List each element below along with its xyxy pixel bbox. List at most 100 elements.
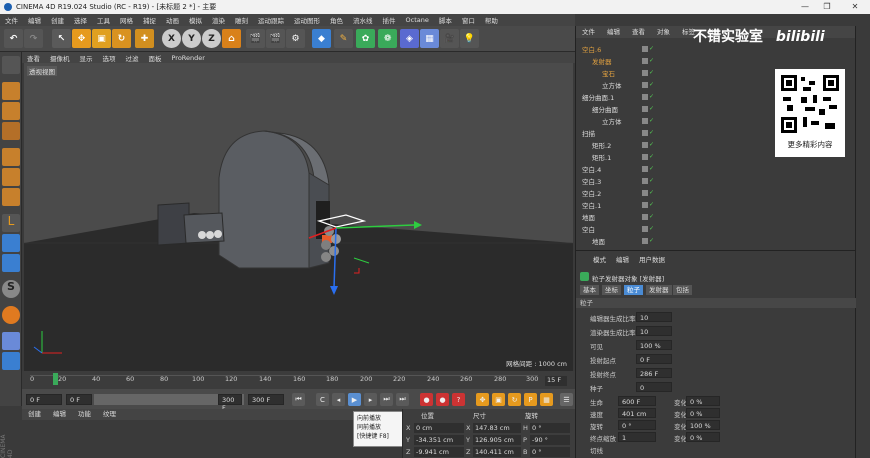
snap-icon[interactable] — [2, 254, 20, 272]
menu-motion-tracking[interactable]: 运动跟踪 — [253, 15, 289, 25]
vp-menu-display[interactable]: 显示 — [75, 53, 98, 63]
enabled-check-icon[interactable]: ✓ — [649, 153, 655, 160]
timeline-options-icon[interactable]: ☰ — [560, 393, 573, 406]
visibility-icon[interactable] — [642, 69, 648, 76]
undo-icon[interactable]: ↶ — [4, 29, 23, 48]
x-axis-button[interactable]: X — [162, 29, 181, 48]
menu-character[interactable]: 角色 — [325, 15, 348, 25]
3d-viewport[interactable]: 透视视图 网格间距 : 1000 cm — [24, 63, 573, 371]
lock-workplane-icon[interactable] — [2, 306, 20, 324]
enabled-check-icon[interactable]: ✓ — [649, 93, 655, 100]
scale-icon[interactable]: ▣ — [92, 29, 111, 48]
vp-menu-filter[interactable]: 过滤 — [121, 53, 144, 63]
goto-start-icon[interactable]: ⏮ — [292, 393, 305, 406]
maximize-button[interactable]: ❐ — [818, 0, 836, 14]
tab-particle[interactable]: 粒子 — [624, 285, 643, 295]
size-y-field[interactable]: 126.905 cm — [473, 435, 521, 445]
object-row[interactable]: 空白.1 ✓ — [578, 199, 860, 211]
visibility-icon[interactable] — [642, 165, 648, 172]
obj-menu-view[interactable]: 查看 — [626, 26, 651, 38]
rotation-variation-field[interactable]: 100 % — [686, 420, 720, 430]
solo-icon[interactable]: S — [2, 280, 20, 298]
autokey-icon[interactable]: ● — [436, 393, 449, 406]
vp-menu-panel[interactable]: 面板 — [144, 53, 167, 63]
enabled-check-icon[interactable]: ✓ — [649, 105, 655, 112]
visibility-icon[interactable] — [642, 81, 648, 88]
visibility-icon[interactable] — [642, 141, 648, 148]
menu-plugins[interactable]: 插件 — [378, 15, 401, 25]
end-scale-field[interactable]: 1 — [618, 432, 656, 442]
menu-simulate[interactable]: 模拟 — [184, 15, 207, 25]
edges-mode-icon[interactable] — [2, 168, 20, 186]
visibility-field[interactable]: 100 % — [636, 340, 672, 350]
editor-birthrate-field[interactable]: 10 — [636, 312, 672, 322]
mat-menu-create[interactable]: 创建 — [22, 409, 47, 420]
enabled-check-icon[interactable]: ✓ — [649, 189, 655, 196]
play-forward-icon[interactable]: ▶ — [348, 393, 361, 406]
range-end-field[interactable]: 300 F — [218, 394, 242, 412]
key-position-icon[interactable]: ✥ — [476, 393, 489, 406]
enabled-check-icon[interactable]: ✓ — [649, 45, 655, 52]
enabled-check-icon[interactable]: ✓ — [649, 237, 655, 244]
enabled-check-icon[interactable]: ✓ — [649, 177, 655, 184]
enabled-check-icon[interactable]: ✓ — [649, 141, 655, 148]
key-scale-icon[interactable]: ▣ — [492, 393, 505, 406]
tab-emitter[interactable]: 发射器 — [646, 285, 672, 295]
menu-mesh[interactable]: 网格 — [115, 15, 138, 25]
visibility-icon[interactable] — [642, 129, 648, 136]
move-icon[interactable]: ✥ — [72, 29, 91, 48]
end-scale-variation-field[interactable]: 0 % — [686, 432, 720, 442]
mat-menu-edit[interactable]: 编辑 — [47, 409, 72, 420]
make-editable-icon[interactable] — [2, 56, 20, 74]
menu-edit[interactable]: 编辑 — [23, 15, 46, 25]
speed-field[interactable]: 401 cm — [618, 408, 656, 418]
emission-start-field[interactable]: 0 F — [636, 354, 672, 364]
size-z-field[interactable]: 140.411 cm — [473, 447, 521, 457]
tab-coord[interactable]: 坐标 — [602, 285, 621, 295]
y-axis-arrow[interactable] — [414, 221, 422, 229]
next-key-icon[interactable]: ⏭ — [380, 393, 393, 406]
object-row[interactable]: 空白.2 ✓ — [578, 187, 860, 199]
vp-menu-prorender[interactable]: ProRender — [167, 54, 210, 62]
menu-create[interactable]: 创建 — [46, 15, 69, 25]
redo-icon[interactable]: ↷ — [24, 29, 43, 48]
render-view-icon[interactable]: 🎬 — [246, 29, 265, 48]
points-mode-icon[interactable] — [2, 148, 20, 166]
menu-script[interactable]: 脚本 — [434, 15, 457, 25]
menu-tools[interactable]: 工具 — [92, 15, 115, 25]
visibility-icon[interactable] — [642, 105, 648, 112]
menu-window[interactable]: 窗口 — [457, 15, 480, 25]
minimize-button[interactable]: — — [796, 0, 814, 14]
menu-animate[interactable]: 动画 — [161, 15, 184, 25]
menu-file[interactable]: 文件 — [0, 15, 23, 25]
subdivision-surface-icon[interactable]: ✿ — [356, 29, 375, 48]
prev-frame-icon[interactable]: ◂ — [332, 393, 345, 406]
menu-octane[interactable]: Octane — [401, 16, 434, 24]
key-rotation-icon[interactable]: ↻ — [508, 393, 521, 406]
key-pla-icon[interactable]: ▦ — [540, 393, 553, 406]
cube-icon[interactable]: ◆ — [312, 29, 331, 48]
light-icon[interactable]: 💡 — [460, 29, 479, 48]
size-x-field[interactable]: 147.83 cm — [473, 423, 521, 433]
floor-icon[interactable]: ▦ — [420, 29, 439, 48]
enabled-check-icon[interactable]: ✓ — [649, 165, 655, 172]
camera-icon[interactable]: 🎥 — [440, 29, 459, 48]
render-settings-icon[interactable]: ⚙ — [286, 29, 305, 48]
object-row[interactable]: 空白 ✓ — [578, 223, 860, 235]
next-frame-icon[interactable]: ▸ — [364, 393, 377, 406]
visibility-icon[interactable] — [642, 225, 648, 232]
enabled-check-icon[interactable]: ✓ — [649, 81, 655, 88]
menu-render[interactable]: 渲染 — [207, 15, 230, 25]
enabled-check-icon[interactable]: ✓ — [649, 57, 655, 64]
grid-workplane-icon[interactable] — [2, 332, 20, 350]
goto-end-icon[interactable]: ⏭ — [396, 393, 409, 406]
visibility-icon[interactable] — [642, 57, 648, 64]
visibility-icon[interactable] — [642, 213, 648, 220]
pos-x-field[interactable]: 0 cm — [414, 423, 464, 433]
deformer-icon[interactable]: ◈ — [400, 29, 419, 48]
rot-h-field[interactable]: 0 ° — [530, 423, 570, 433]
record-icon[interactable]: ● — [420, 393, 433, 406]
object-row[interactable]: 空白.3 ✓ — [578, 175, 860, 187]
polygons-mode-icon[interactable] — [2, 188, 20, 206]
coordinate-system-icon[interactable]: ⌂ — [222, 29, 241, 48]
